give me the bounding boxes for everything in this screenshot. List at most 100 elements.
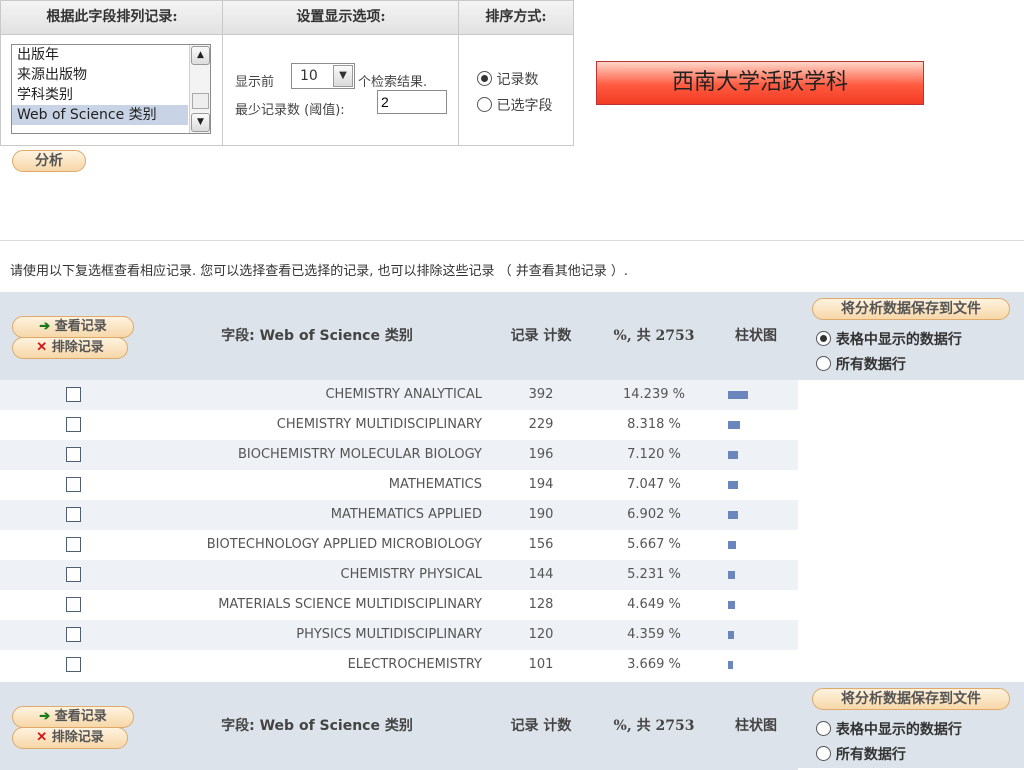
view-records-button[interactable]: ➔ 查看记录	[12, 706, 134, 728]
row-bar	[728, 511, 738, 519]
radio-selected-icon[interactable]	[477, 71, 492, 86]
save-option-shown[interactable]: 表格中显示的数据行	[816, 329, 962, 349]
checkbox-cell	[0, 530, 146, 560]
row-count: 392	[488, 380, 594, 410]
table-row: BIOCHEMISTRY MOLECULAR BIOLOGY 196 7.120 %	[0, 440, 798, 470]
row-field-name: CHEMISTRY PHYSICAL	[146, 560, 488, 590]
analyze-button[interactable]: 分析	[12, 150, 86, 172]
sort-option-field[interactable]: 已选字段	[477, 95, 552, 115]
min-records-input[interactable]	[377, 90, 447, 114]
row-percent: 5.231 %	[594, 560, 714, 590]
rank-field-panel: 根据此字段排列记录: 出版年 来源出版物 学科类别 Web of Science…	[0, 0, 224, 146]
radio-icon[interactable]	[816, 356, 831, 371]
arrow-right-icon: ➔	[39, 319, 51, 334]
close-icon: ✕	[36, 340, 48, 355]
view-records-label: 查看记录	[54, 319, 107, 334]
row-field-name: MATERIALS SCIENCE MULTIDISCIPLINARY	[218, 597, 482, 612]
save-option-all[interactable]: 所有数据行	[816, 744, 906, 764]
rank-field-option[interactable]: 出版年	[12, 45, 210, 65]
percent-header: %, 共 2753	[594, 682, 715, 770]
row-bar	[728, 601, 735, 609]
row-checkbox[interactable]	[65, 537, 81, 552]
radio-icon[interactable]	[477, 97, 492, 112]
table-row: CHEMISTRY MULTIDISCIPLINARY 229 8.318 %	[0, 410, 798, 440]
sort-option-records[interactable]: 记录数	[477, 69, 538, 89]
row-count: 144	[488, 560, 594, 590]
min-records-label: 最少记录数 (阈值):	[235, 103, 345, 118]
instructions-text: 请使用以下复选框查看相应记录. 您可以选择查看已选择的记录, 也可以排除这些记录…	[10, 264, 629, 279]
field-header: 字段: Web of Science 类别	[146, 292, 489, 380]
close-icon: ✕	[36, 730, 48, 745]
row-checkbox[interactable]	[65, 657, 81, 672]
row-count: 190	[488, 500, 594, 530]
checkbox-cell	[0, 440, 146, 470]
row-checkbox[interactable]	[65, 477, 81, 492]
row-field-name: PHYSICS MULTIDISCIPLINARY	[146, 620, 488, 650]
count-header: 记录 计数	[488, 292, 595, 380]
scroll-thumb[interactable]	[192, 93, 209, 109]
chart-header: 柱状图	[714, 682, 799, 770]
radio-icon[interactable]	[816, 746, 831, 761]
row-count: 229	[528, 417, 554, 432]
row-checkbox[interactable]	[65, 447, 81, 462]
display-options-panel: 设置显示选项: 显示前 10 ▼ 个检索结果. 最少记录数 (阈值):	[222, 0, 460, 146]
row-field-name: MATHEMATICS	[388, 477, 482, 492]
rank-field-title: 根据此字段排列记录:	[1, 1, 223, 35]
row-bar	[728, 541, 736, 549]
table-row: PHYSICS MULTIDISCIPLINARY 120 4.359 %	[0, 620, 798, 650]
show-count-select[interactable]: 10 ▼	[291, 63, 355, 89]
listbox-scrollbar[interactable]: ▲ ▼	[189, 45, 210, 133]
row-bar-cell	[714, 440, 798, 470]
checkbox-cell	[0, 650, 146, 680]
chevron-down-icon[interactable]: ▼	[333, 65, 353, 87]
row-percent: 14.239 %	[594, 380, 714, 410]
scroll-up-icon[interactable]: ▲	[191, 46, 210, 65]
exclude-records-label: 排除记录	[51, 340, 104, 355]
sort-option-label: 已选字段	[496, 98, 553, 114]
rank-field-option[interactable]: 来源出版物	[12, 65, 210, 85]
rank-field-option-selected[interactable]: Web of Science 类别	[12, 105, 188, 125]
exclude-records-button[interactable]: ✕ 排除记录	[12, 337, 128, 359]
row-bar	[728, 481, 738, 489]
save-to-file-button[interactable]: 将分析数据保存到文件	[812, 298, 1010, 320]
row-bar-cell	[714, 530, 798, 560]
row-checkbox[interactable]	[65, 567, 81, 582]
row-count: 101	[528, 657, 554, 672]
row-percent: 7.047 %	[627, 477, 681, 492]
save-option-all[interactable]: 所有数据行	[816, 354, 906, 374]
save-to-file-button[interactable]: 将分析数据保存到文件	[812, 688, 1010, 710]
percent-header: %, 共 2753	[594, 292, 715, 380]
row-checkbox[interactable]	[65, 597, 81, 612]
save-option-label: 表格中显示的数据行	[835, 332, 962, 348]
row-bar-cell	[714, 380, 798, 410]
row-checkbox[interactable]	[65, 387, 81, 402]
arrow-right-icon: ➔	[39, 709, 51, 724]
save-area-top: 将分析数据保存到文件 表格中显示的数据行 所有数据行	[798, 292, 1024, 380]
row-percent: 6.902 %	[594, 500, 714, 530]
row-checkbox[interactable]	[65, 507, 81, 522]
row-bar	[728, 451, 738, 459]
row-checkbox[interactable]	[65, 627, 81, 642]
save-option-shown[interactable]: 表格中显示的数据行	[816, 719, 962, 739]
rank-field-option[interactable]: 学科类别	[12, 85, 210, 105]
table-row: CHEMISTRY ANALYTICAL 392 14.239 %	[0, 380, 798, 410]
row-checkbox[interactable]	[65, 417, 81, 432]
checkbox-cell	[0, 590, 146, 620]
row-count: 194	[528, 477, 554, 492]
sort-title: 排序方式:	[459, 1, 573, 35]
radio-icon[interactable]	[816, 721, 831, 736]
view-records-button[interactable]: ➔ 查看记录	[12, 316, 134, 338]
radio-icon[interactable]	[816, 331, 831, 346]
row-bar	[728, 421, 740, 429]
show-suffix-label: 个检索结果.	[358, 75, 428, 90]
checkbox-cell	[0, 380, 146, 410]
exclude-records-button[interactable]: ✕ 排除记录	[12, 727, 128, 749]
checkbox-cell	[0, 560, 146, 590]
save-area-bottom: 将分析数据保存到文件 表格中显示的数据行 所有数据行	[798, 682, 1024, 768]
checkbox-cell	[0, 500, 146, 530]
rank-field-listbox[interactable]: 出版年 来源出版物 学科类别 Web of Science 类别 ▲ ▼	[11, 44, 211, 134]
row-percent: 3.669 %	[627, 657, 681, 672]
scroll-down-icon[interactable]: ▼	[191, 113, 210, 132]
row-field-name: BIOTECHNOLOGY APPLIED MICROBIOLOGY	[206, 537, 482, 552]
row-percent: 8.318 %	[627, 417, 681, 432]
